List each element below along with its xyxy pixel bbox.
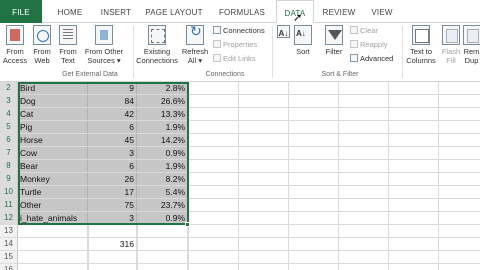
row-header[interactable]: 12 (0, 212, 18, 225)
row-header[interactable]: 13 (0, 225, 18, 238)
remove-duplicates-icon (463, 25, 480, 45)
from-web-button[interactable]: From Web (30, 25, 54, 65)
row-header[interactable]: 11 (0, 199, 18, 212)
cell-count[interactable] (88, 264, 137, 270)
properties-icon (213, 40, 221, 48)
flash-fill-button[interactable]: Flash Fill (440, 25, 462, 65)
filter-funnel-icon (325, 25, 343, 45)
from-access-button[interactable]: From Access (2, 25, 28, 65)
row-header[interactable]: 10 (0, 186, 18, 199)
text-to-columns-button[interactable]: Text to Columns (404, 25, 438, 65)
group-separator (133, 26, 134, 78)
group-separator (272, 26, 273, 78)
clear-filter-link[interactable]: Clear (350, 26, 378, 36)
sort-a-to-z-button[interactable] (276, 25, 290, 40)
group-label-sort-filter: Sort & Filter (321, 71, 359, 78)
properties-link[interactable]: Properties (213, 40, 257, 50)
tab-file[interactable]: FILE (0, 0, 42, 23)
column-divider (188, 82, 189, 270)
refresh-icon (186, 25, 204, 45)
group-label-get-external-data: Get External Data (62, 71, 118, 78)
remove-duplicates-button[interactable]: Rem Dup (463, 25, 480, 65)
tab-review[interactable]: REVIEW (318, 0, 360, 23)
refresh-all-button[interactable]: Refresh All ▾ (180, 25, 210, 65)
filter-button[interactable]: Filter (322, 25, 346, 56)
data-ribbon: From Access From Web From Text From Othe… (0, 23, 480, 82)
other-sources-icon (95, 25, 113, 45)
web-globe-icon (33, 25, 51, 45)
row-header[interactable]: 2 (0, 82, 18, 95)
advanced-filter-icon (350, 54, 358, 62)
row-header[interactable]: 5 (0, 121, 18, 134)
row-header[interactable]: 7 (0, 147, 18, 160)
existing-connections-button[interactable]: Existing Connections (136, 25, 178, 65)
row-header[interactable]: 3 (0, 95, 18, 108)
sort-button[interactable]: Sort (292, 25, 314, 56)
column-divider (338, 82, 339, 270)
from-text-button[interactable]: From Text (56, 25, 80, 65)
text-to-columns-icon (412, 25, 430, 45)
text-file-icon (59, 25, 77, 45)
tab-home[interactable]: HOME (50, 0, 90, 23)
row-header[interactable]: 4 (0, 108, 18, 121)
worksheet-grid[interactable]: 2 Bird 9 2.8% 3 Dog 84 26.6% 4 Cat 42 13.3% 5 Pig 6 1.9… (0, 82, 480, 270)
column-divider (388, 82, 389, 270)
row-header[interactable]: 14 (0, 238, 18, 251)
from-other-sources-button[interactable]: From Other Sources ▾ (82, 25, 126, 65)
reapply-link[interactable]: Reapply (350, 40, 388, 50)
tab-insert[interactable]: INSERT (94, 0, 138, 23)
group-label-connections: Connections (205, 71, 245, 78)
reapply-icon (350, 40, 358, 48)
flash-fill-icon (442, 25, 460, 45)
edit-links-icon (213, 54, 221, 62)
connections-link[interactable]: Connections (213, 26, 265, 36)
cell-percent[interactable] (137, 264, 188, 270)
row-header[interactable]: 16 (0, 264, 18, 270)
fill-handle[interactable] (185, 222, 190, 227)
access-database-icon (6, 25, 24, 45)
clear-filter-icon (350, 26, 358, 34)
advanced-filter-link[interactable]: Advanced (350, 54, 393, 64)
row-header[interactable]: 9 (0, 173, 18, 186)
column-divider (438, 82, 439, 270)
tab-page-layout[interactable]: PAGE LAYOUT (142, 0, 206, 23)
row-header[interactable]: 6 (0, 134, 18, 147)
edit-links-link[interactable]: Edit Links (213, 54, 256, 64)
connections-icon (213, 26, 221, 34)
row-header[interactable]: 8 (0, 160, 18, 173)
group-separator (402, 26, 403, 78)
sort-a-z-icon (276, 25, 290, 38)
ribbon-tab-bar: FILE HOME INSERT PAGE LAYOUT FORMULAS DA… (0, 0, 480, 24)
existing-connections-icon (148, 25, 166, 45)
column-divider (238, 82, 239, 270)
column-divider (288, 82, 289, 270)
cell-animal-name[interactable] (18, 264, 88, 270)
sort-icon (294, 25, 312, 45)
row-header[interactable]: 15 (0, 251, 18, 264)
tab-view[interactable]: VIEW (364, 0, 400, 23)
tab-formulas[interactable]: FORMULAS (212, 0, 272, 23)
